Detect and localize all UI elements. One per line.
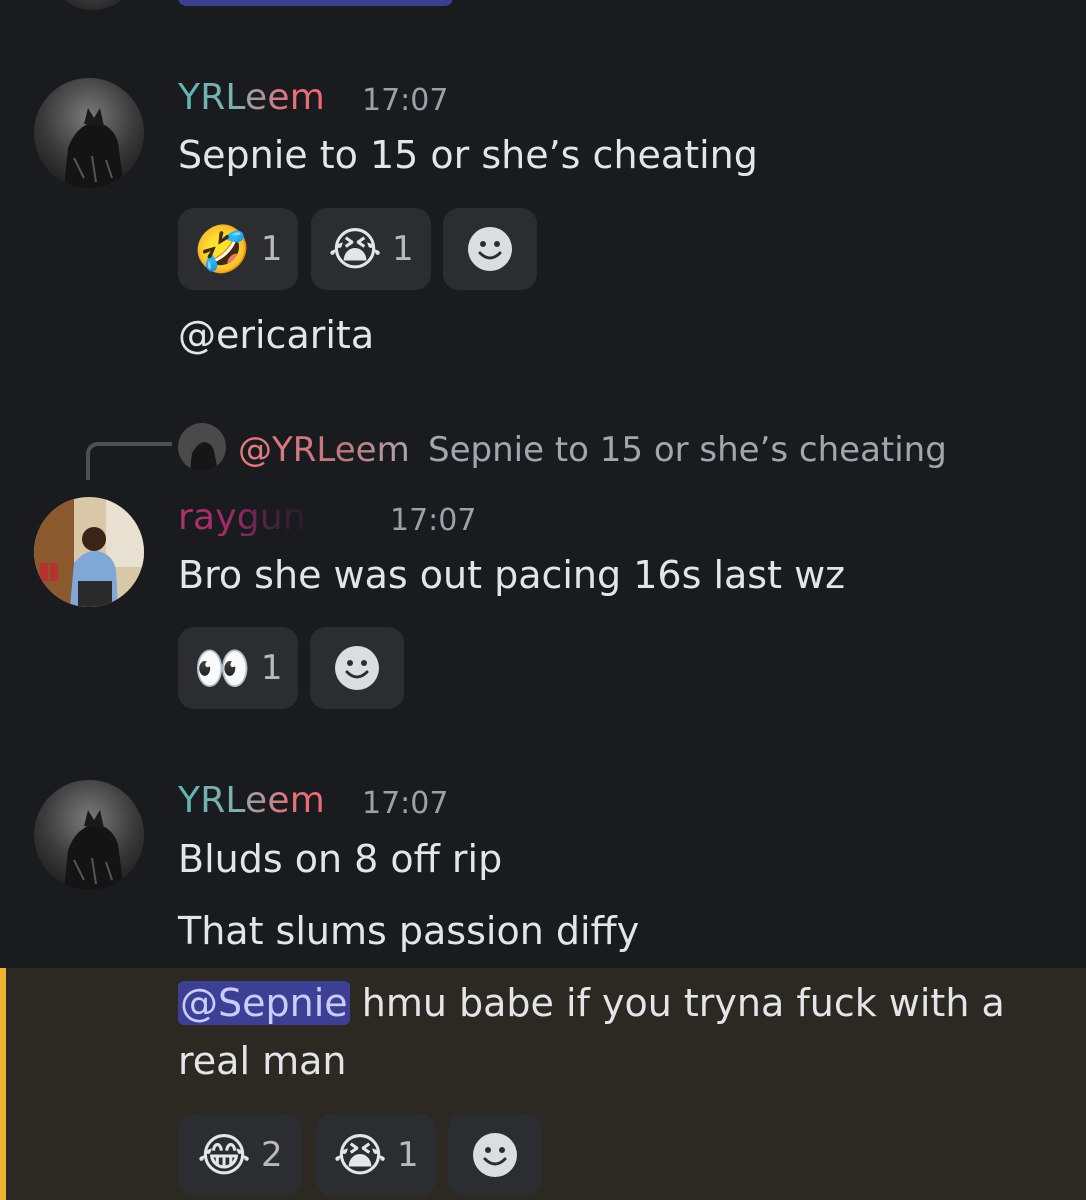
raygun-avatar-image bbox=[34, 497, 144, 607]
reaction-count: 1 bbox=[260, 229, 283, 269]
message-text: Sepnie to 15 or she’s cheating bbox=[178, 133, 758, 177]
message-text: Bro she was out pacing 16s last wz bbox=[178, 553, 846, 597]
message-text: hmu babe if you tryna fuck with a bbox=[349, 981, 1005, 1025]
batman-avatar-image bbox=[34, 78, 144, 188]
reply-connector bbox=[86, 442, 172, 480]
reaction-crying[interactable]: 😭 1 bbox=[311, 208, 431, 290]
smiley-add-icon bbox=[473, 1133, 517, 1177]
reaction-joy[interactable]: 😂 2 bbox=[178, 1114, 302, 1196]
avatar-yrleem[interactable] bbox=[34, 780, 144, 890]
avatar-yrleem[interactable] bbox=[34, 78, 144, 188]
add-reaction-button[interactable] bbox=[443, 208, 537, 290]
message-text: That slums passion diffy bbox=[178, 909, 640, 953]
message-text-mention: @ericarita bbox=[178, 313, 375, 357]
author-name[interactable]: raygun bbox=[178, 500, 306, 536]
joy-emoji-icon: 😂 bbox=[197, 1128, 252, 1182]
add-reaction-button[interactable] bbox=[448, 1114, 542, 1196]
reaction-crying[interactable]: 😭 1 bbox=[316, 1114, 436, 1196]
reaction-eyes[interactable]: 👀 1 bbox=[178, 627, 298, 709]
reply-preview-text[interactable]: Sepnie to 15 or she’s cheating bbox=[428, 430, 947, 470]
message-text: Bluds on 8 off rip bbox=[178, 837, 503, 881]
message-text: real man bbox=[178, 1039, 347, 1083]
author-name[interactable]: YRLeem bbox=[178, 783, 325, 819]
batman-avatar-image bbox=[34, 780, 144, 890]
author-name[interactable]: YRLeem bbox=[178, 80, 325, 116]
smiley-add-icon bbox=[468, 227, 512, 271]
batman-avatar-small-image bbox=[178, 423, 226, 471]
reply-avatar bbox=[178, 423, 226, 471]
reply-mention[interactable]: @YRLeem bbox=[238, 430, 410, 470]
reaction-count: 1 bbox=[260, 648, 283, 688]
avatar-raygun[interactable] bbox=[34, 497, 144, 607]
crying-emoji-icon: 😭 bbox=[328, 222, 383, 276]
message-timestamp: 17:07 bbox=[362, 83, 449, 118]
message-timestamp: 17:07 bbox=[390, 503, 477, 538]
mention-message-line: @Sepnie hmu babe if you tryna fuck with … bbox=[178, 976, 1005, 1031]
reaction-count: 2 bbox=[261, 1135, 283, 1175]
reaction-count: 1 bbox=[392, 229, 414, 269]
add-reaction-button[interactable] bbox=[310, 627, 404, 709]
reaction-count: 1 bbox=[397, 1135, 419, 1175]
eyes-emoji-icon: 👀 bbox=[193, 641, 251, 695]
previous-avatar bbox=[58, 0, 128, 10]
message-timestamp: 17:07 bbox=[362, 786, 449, 821]
previous-mention-pill bbox=[178, 0, 453, 6]
user-mention[interactable]: @Sepnie bbox=[178, 981, 350, 1025]
crying-emoji-icon: 😭 bbox=[333, 1128, 388, 1182]
reaction-rofl[interactable]: 🤣 1 bbox=[178, 208, 298, 290]
rofl-emoji-icon: 🤣 bbox=[193, 222, 251, 276]
smiley-add-icon bbox=[335, 646, 379, 690]
